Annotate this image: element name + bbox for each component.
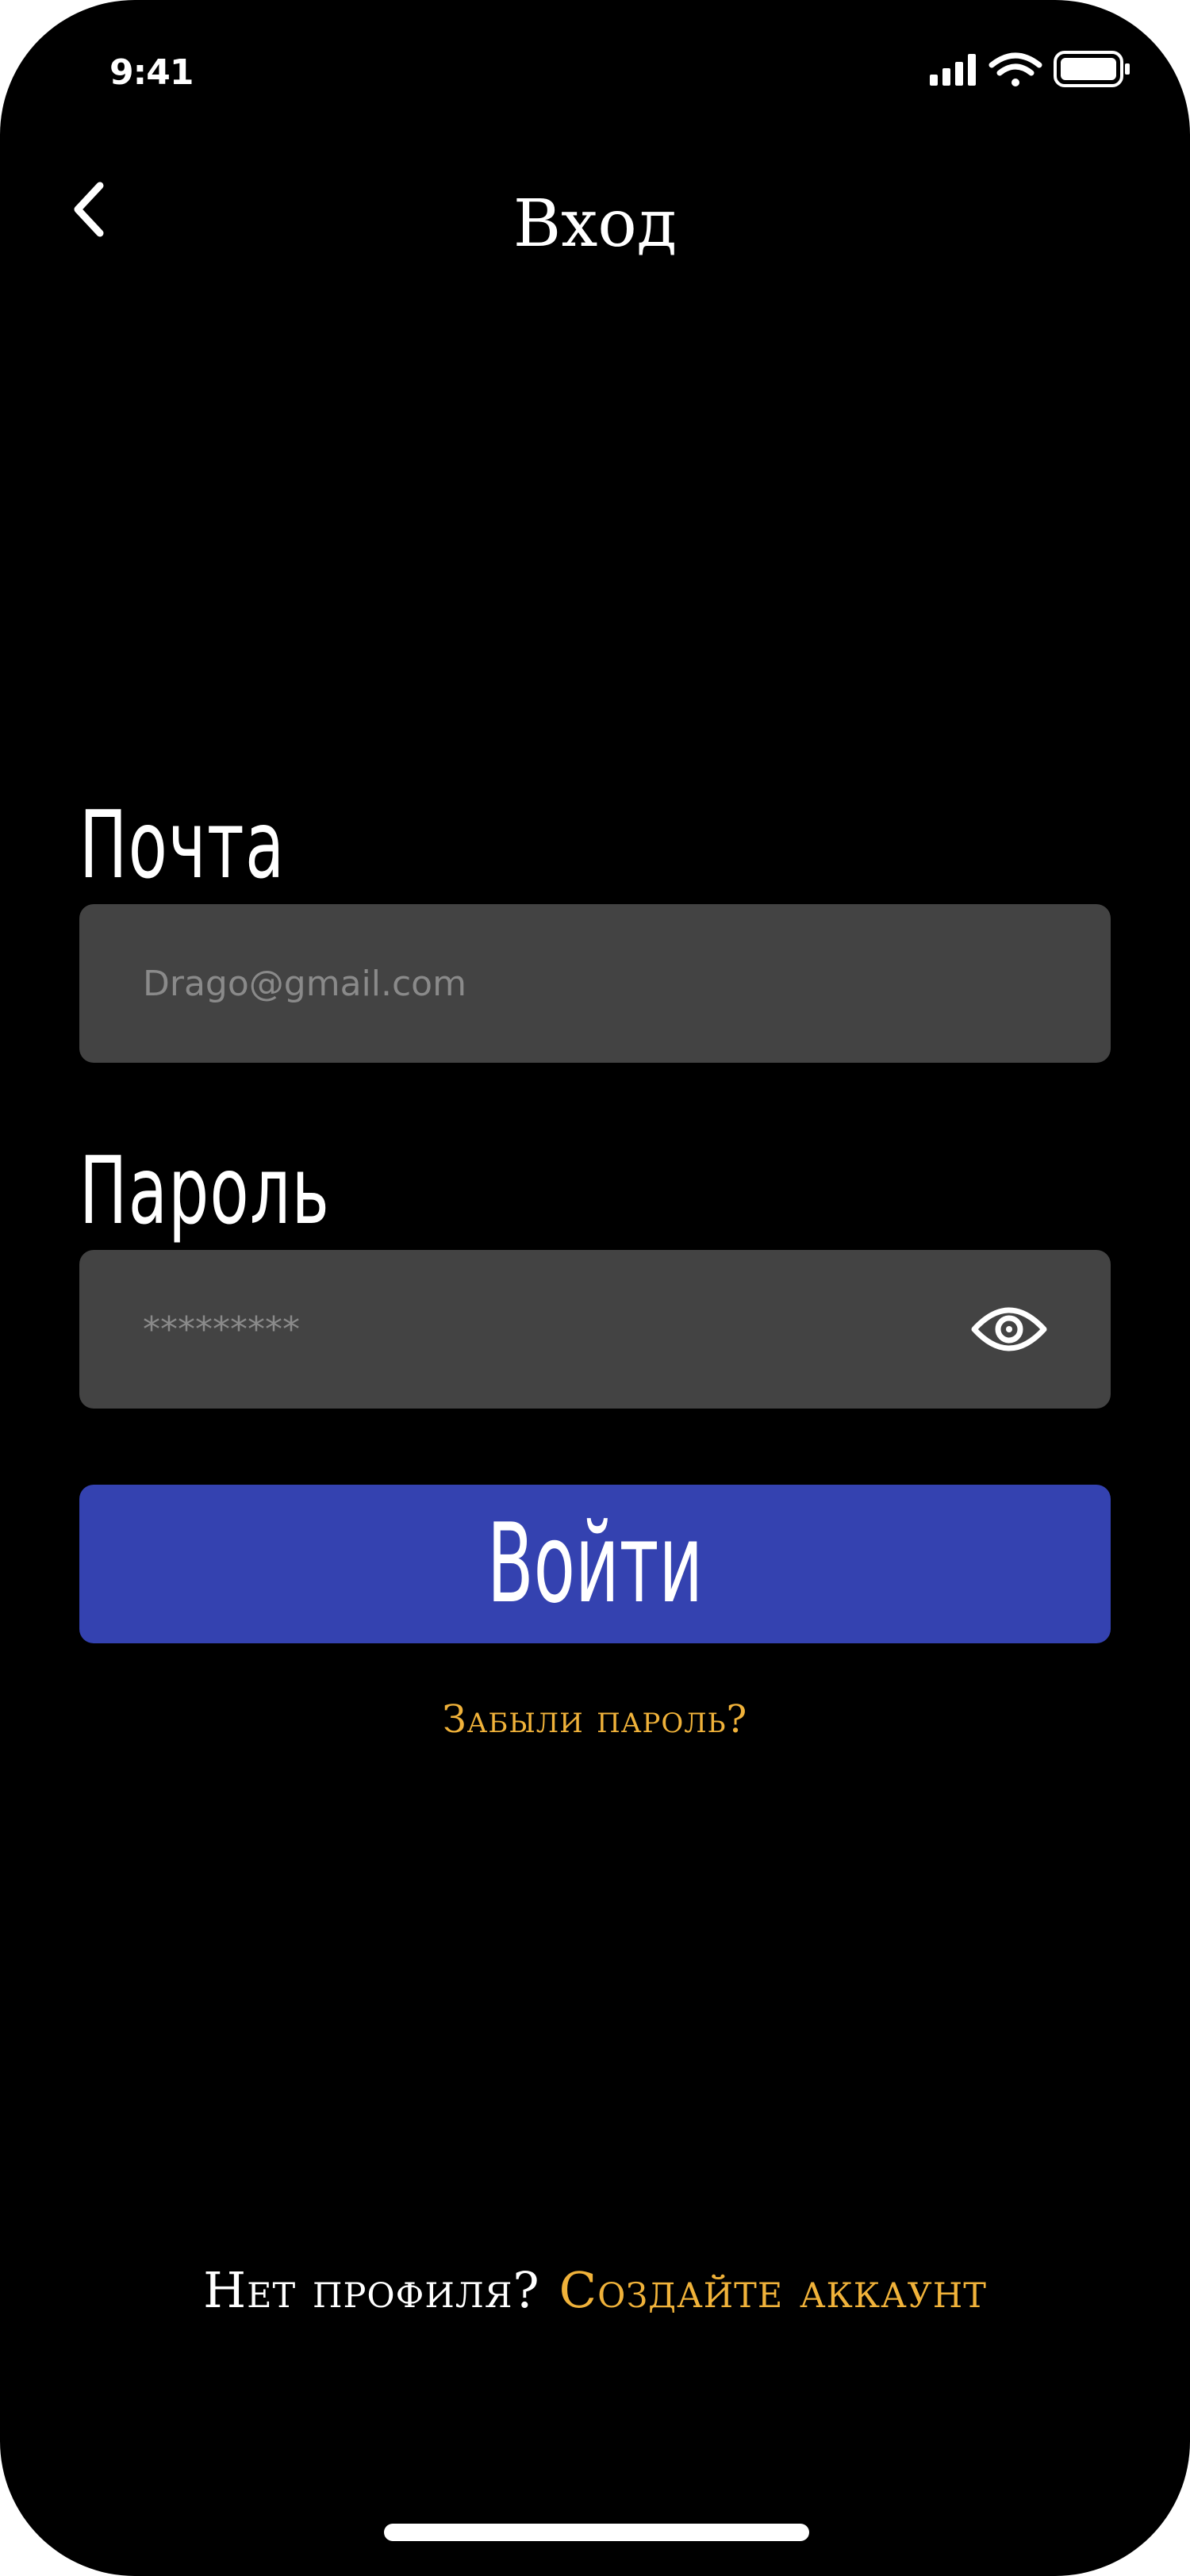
status-icons	[928, 48, 1142, 95]
login-button-label: Войти	[486, 1500, 704, 1627]
forgot-password-link[interactable]: Забыли пароль?	[0, 1697, 1190, 1742]
email-label: Почта	[79, 790, 286, 899]
wifi-icon	[988, 52, 1042, 86]
email-field[interactable]	[143, 904, 1015, 1063]
phone-screen: 9:41 Вход Почта Drago@gmail.com Пароль *…	[0, 0, 1190, 2576]
status-time: 9:41	[109, 52, 194, 93]
battery-icon	[1054, 51, 1130, 87]
home-indicator	[384, 2524, 809, 2541]
password-label: Пароль	[79, 1136, 331, 1245]
email-field-container	[79, 904, 1111, 1063]
create-account-link[interactable]: Создайте аккаунт	[559, 2261, 987, 2319]
password-field-container	[79, 1250, 1111, 1409]
signup-prompt: Нет профиля?	[203, 2261, 540, 2319]
eye-icon[interactable]	[968, 1291, 1050, 1367]
login-button[interactable]: Войти	[79, 1485, 1111, 1643]
page-title: Вход	[512, 186, 678, 262]
signal-icon	[930, 54, 976, 86]
signup-row: Нет профиля? Создайте аккаунт	[0, 2259, 1190, 2322]
password-field[interactable]	[143, 1250, 936, 1409]
